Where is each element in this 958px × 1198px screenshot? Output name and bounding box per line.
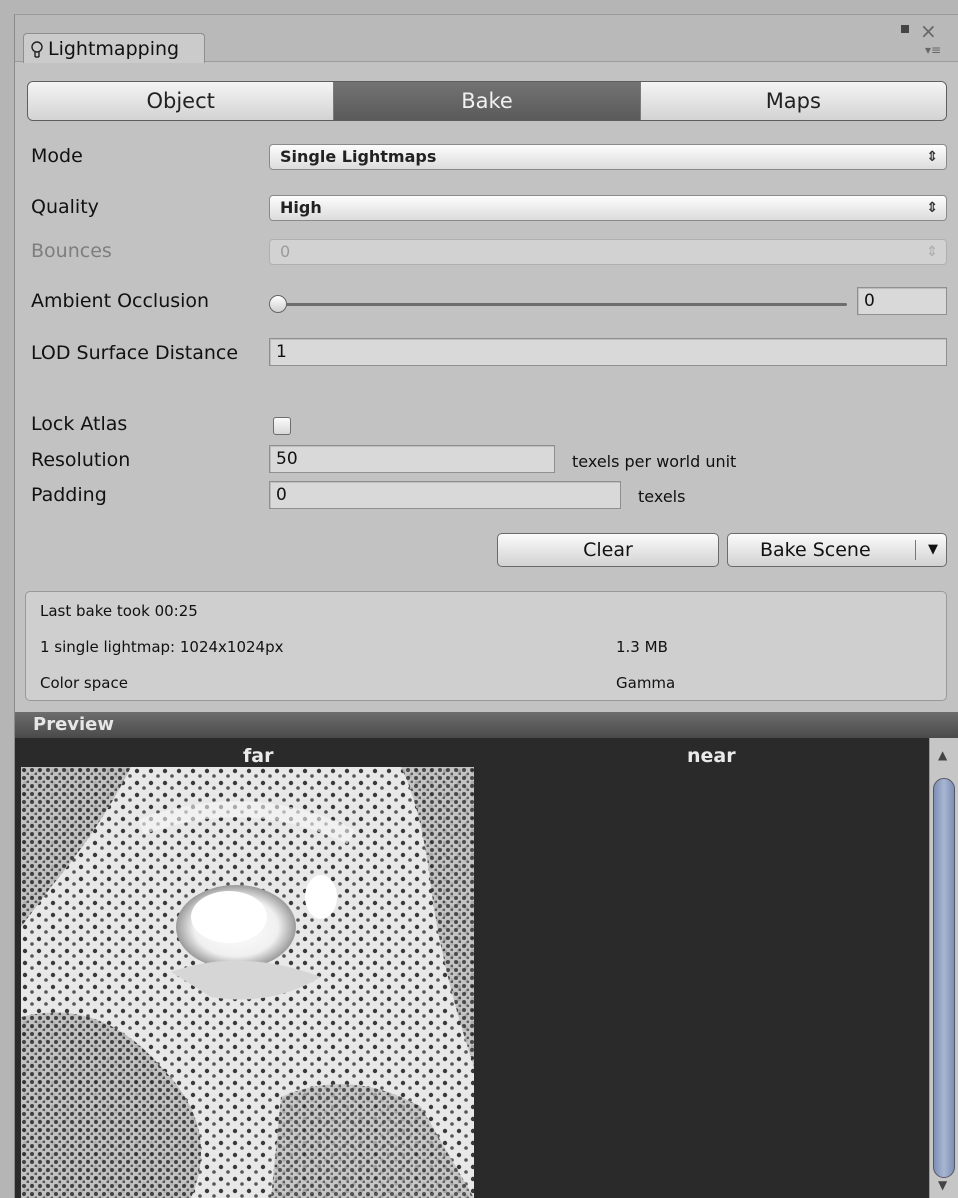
lod-surface-distance-field[interactable]: 1 bbox=[269, 338, 947, 366]
last-bake-text: Last bake took 00:25 bbox=[40, 602, 198, 620]
quality-label: Quality bbox=[31, 196, 99, 218]
clear-button[interactable]: Clear bbox=[497, 533, 719, 567]
lightbulb-icon bbox=[30, 39, 44, 59]
color-space-label: Color space bbox=[40, 674, 128, 692]
quality-dropdown[interactable]: High ⇕ bbox=[269, 195, 947, 221]
lightmap-desc-text: 1 single lightmap: 1024x1024px bbox=[40, 638, 284, 656]
dropdown-arrow-icon[interactable]: ▼ bbox=[928, 534, 938, 566]
button-divider bbox=[915, 540, 916, 560]
window-title: Lightmapping bbox=[48, 37, 180, 60]
close-icon[interactable]: × bbox=[920, 19, 937, 43]
resolution-suffix: texels per world unit bbox=[572, 452, 737, 471]
lock-atlas-label: Lock Atlas bbox=[31, 413, 128, 435]
padding-suffix: texels bbox=[638, 487, 686, 506]
mode-dropdown[interactable]: Single Lightmaps ⇕ bbox=[269, 144, 947, 170]
menu-icon[interactable]: ▾≡ bbox=[925, 43, 941, 57]
preview-header: Preview bbox=[15, 712, 958, 738]
bounces-dropdown: 0 ⇕ bbox=[269, 239, 947, 265]
ambient-occlusion-slider-track[interactable] bbox=[285, 303, 847, 306]
scroll-down-icon[interactable]: ▼ bbox=[938, 1178, 947, 1192]
bake-scene-label: Bake Scene bbox=[760, 539, 871, 561]
lightmap-preview-image bbox=[21, 767, 474, 1198]
padding-label: Padding bbox=[31, 484, 107, 506]
lightmap-size-text: 1.3 MB bbox=[616, 638, 668, 656]
ambient-occlusion-label: Ambient Occlusion bbox=[31, 290, 210, 312]
tab-maps[interactable]: Maps bbox=[640, 82, 946, 120]
bounces-value: 0 bbox=[280, 242, 291, 261]
dropdown-arrows-icon: ⇕ bbox=[926, 200, 938, 216]
lightmapping-tab[interactable]: Lightmapping bbox=[23, 33, 205, 63]
lock-atlas-checkbox[interactable] bbox=[273, 417, 291, 435]
scroll-up-icon[interactable]: ▲ bbox=[938, 748, 947, 762]
bake-info-panel: Last bake took 00:25 1 single lightmap: … bbox=[25, 591, 947, 701]
tab-bake[interactable]: Bake bbox=[334, 82, 641, 120]
window-tab-strip: Lightmapping × ▾≡ bbox=[15, 15, 958, 63]
preview-scrollbar[interactable]: ▲ ▼ bbox=[929, 738, 958, 1198]
lightmapping-window: Lightmapping × ▾≡ Object Bake Maps Mode … bbox=[14, 14, 958, 1198]
resolution-label: Resolution bbox=[31, 449, 131, 471]
lod-surface-distance-label: LOD Surface Distance bbox=[31, 342, 239, 364]
bounces-label: Bounces bbox=[31, 240, 112, 262]
ambient-occlusion-slider-thumb[interactable] bbox=[269, 295, 287, 313]
maximize-icon[interactable] bbox=[901, 25, 909, 33]
mode-label: Mode bbox=[31, 145, 83, 167]
color-space-value: Gamma bbox=[616, 674, 676, 692]
scroll-thumb[interactable] bbox=[933, 778, 955, 1178]
quality-value: High bbox=[280, 198, 322, 217]
near-label: near bbox=[687, 745, 736, 767]
far-label: far bbox=[243, 745, 274, 767]
dropdown-arrows-icon: ⇕ bbox=[926, 244, 938, 260]
mode-segmented-control: Object Bake Maps bbox=[27, 81, 947, 121]
bake-scene-button[interactable]: Bake Scene ▼ bbox=[727, 533, 947, 567]
ambient-occlusion-field[interactable]: 0 bbox=[857, 287, 947, 315]
tab-object[interactable]: Object bbox=[28, 82, 335, 120]
dropdown-arrows-icon: ⇕ bbox=[926, 149, 938, 165]
mode-value: Single Lightmaps bbox=[280, 147, 437, 166]
padding-field[interactable]: 0 bbox=[269, 481, 621, 509]
resolution-field[interactable]: 50 bbox=[269, 445, 555, 473]
